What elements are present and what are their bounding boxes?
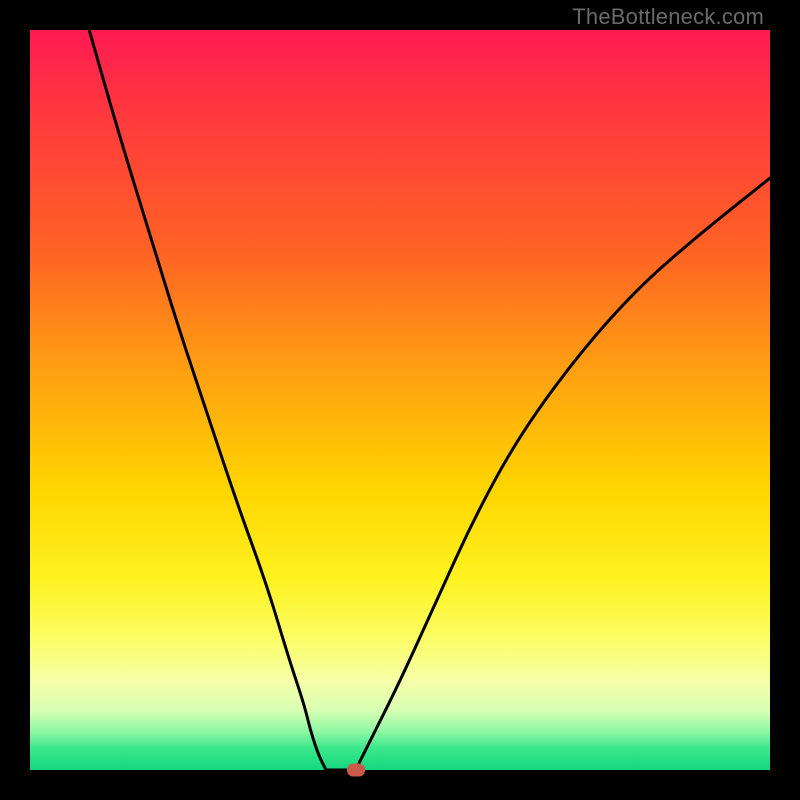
chart-frame: TheBottleneck.com xyxy=(0,0,800,800)
watermark-text: TheBottleneck.com xyxy=(572,4,764,30)
plot-area xyxy=(30,30,770,770)
min-marker xyxy=(347,764,365,777)
bottleneck-curve xyxy=(30,30,770,770)
